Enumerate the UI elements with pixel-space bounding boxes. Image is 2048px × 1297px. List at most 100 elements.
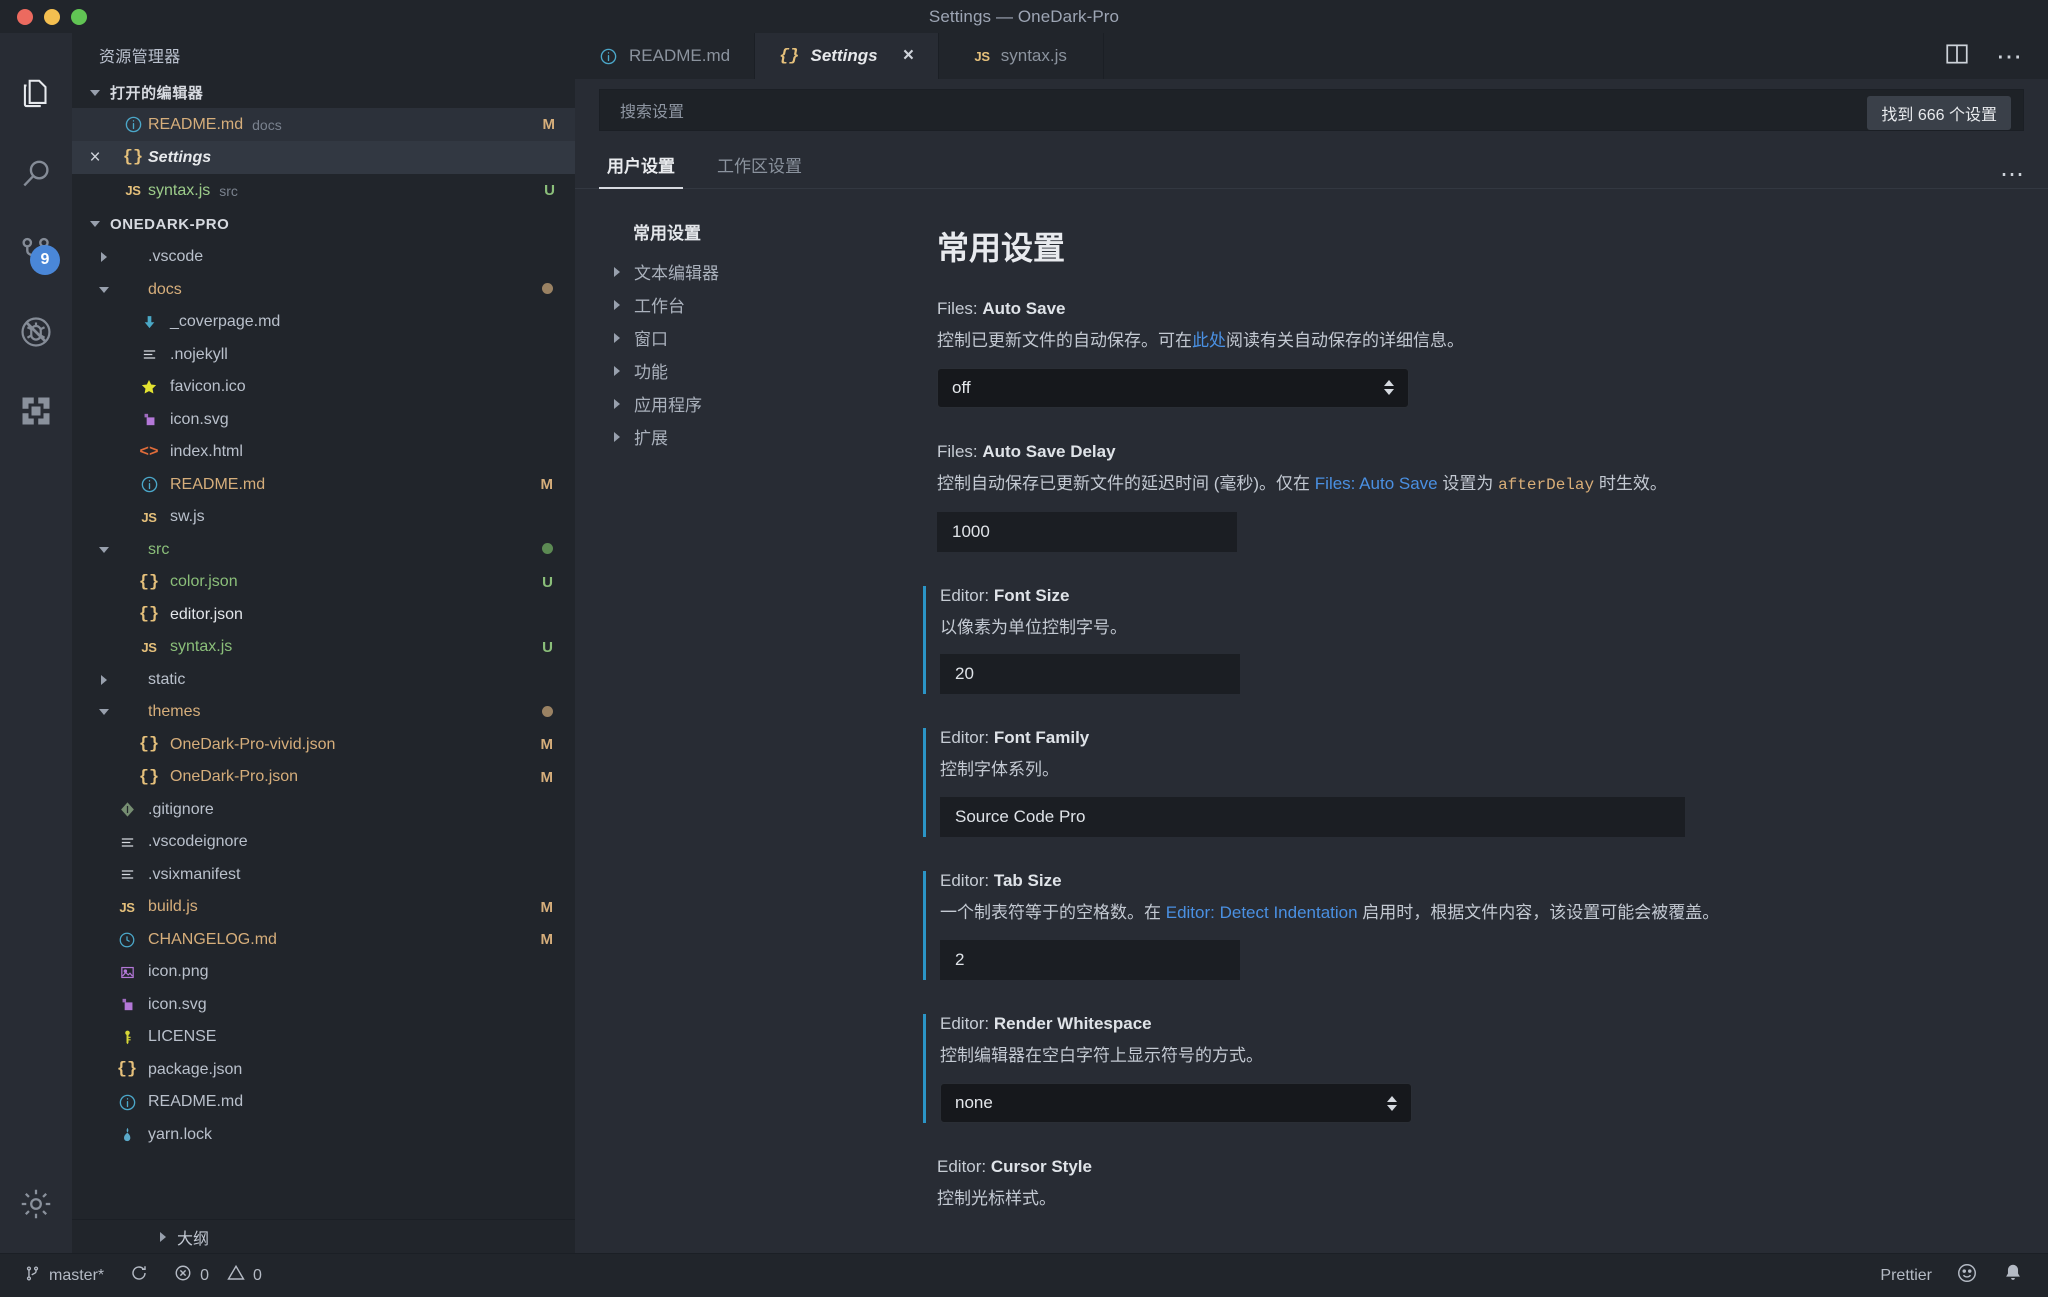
chevron-down-icon[interactable]: [96, 546, 112, 553]
smiley-icon[interactable]: [1956, 1262, 1978, 1289]
file-tree-row[interactable]: {} package.json: [72, 1054, 575, 1087]
toc-item-1[interactable]: 文本编辑器: [599, 255, 875, 288]
close-editor-icon[interactable]: ×: [89, 147, 100, 169]
chevron-right-icon[interactable]: [96, 674, 112, 685]
setting-input[interactable]: Source Code Pro: [940, 797, 1685, 838]
status-prettier[interactable]: Prettier: [1880, 1267, 1932, 1285]
activity-extensions-button[interactable]: [0, 371, 72, 450]
file-tree-row[interactable]: JS syntax.js U: [72, 631, 575, 664]
tab-user-settings[interactable]: 用户设置: [599, 152, 683, 189]
settings-toc: 常用设置 文本编辑器 工作台 窗口 功能 应用程序 扩展: [575, 189, 875, 1253]
file-name: OneDark-Pro.json: [170, 768, 299, 786]
setting-desc-link[interactable]: Files: Auto Save: [1315, 474, 1438, 493]
file-tree-row[interactable]: favicon.ico: [72, 371, 575, 404]
file-name: package.json: [148, 1060, 243, 1078]
settings-search-input[interactable]: 搜索设置 找到 666 个设置: [599, 89, 2024, 131]
open-editor-row[interactable]: JS syntax.js src U: [72, 174, 575, 207]
file-name: CHANGELOG.md: [148, 930, 277, 948]
toc-item-6[interactable]: 扩展: [599, 420, 875, 453]
file-tree-row[interactable]: <> index.html: [72, 436, 575, 469]
file-tree-row[interactable]: {} editor.json: [72, 599, 575, 632]
close-tab-icon[interactable]: ×: [903, 45, 914, 67]
toc-item-3[interactable]: 窗口: [599, 321, 875, 354]
open-editor-row[interactable]: README.md docs M: [72, 108, 575, 141]
activity-source-control-button[interactable]: 9: [0, 213, 72, 292]
file-tree-row[interactable]: .vscodeignore: [72, 826, 575, 859]
chevron-down-icon[interactable]: [96, 286, 112, 293]
file-tree-row[interactable]: icon.svg: [72, 989, 575, 1022]
editor-tab[interactable]: {} Settings ×: [755, 33, 939, 79]
file-tree-row[interactable]: {} color.json U: [72, 566, 575, 599]
js-icon: JS: [119, 899, 135, 915]
status-problems[interactable]: 0 0: [174, 1264, 262, 1287]
setting-desc-link[interactable]: Editor: Detect Indentation: [1166, 903, 1358, 922]
file-tree-row[interactable]: CHANGELOG.md M: [72, 924, 575, 957]
setting-desc-text: 控制自动保存已更新文件的延迟时间 (毫秒)。仅在: [937, 473, 1315, 493]
sync-icon: [130, 1264, 148, 1287]
project-header[interactable]: ONEDARK-PRO: [72, 207, 575, 241]
file-tree-row[interactable]: {} OneDark-Pro-vivid.json M: [72, 729, 575, 762]
status-sync-button[interactable]: [130, 1264, 148, 1287]
file-tree-row[interactable]: JS build.js M: [72, 891, 575, 924]
file-tree-row[interactable]: README.md: [72, 1086, 575, 1119]
file-tree-row[interactable]: .vsixmanifest: [72, 859, 575, 892]
status-branch[interactable]: master*: [24, 1265, 104, 1287]
file-tree-row[interactable]: LICENSE: [72, 1021, 575, 1054]
setting-desc-text: 阅读有关自动保存的详细信息。: [1226, 331, 1464, 350]
setting-desc-text: 启用时，根据文件内容，该设置可能会被覆盖。: [1357, 903, 1720, 923]
file-tree-row[interactable]: static: [72, 664, 575, 697]
open-editor-row[interactable]: × {} Settings: [72, 141, 575, 174]
chevron-down-icon[interactable]: [96, 709, 112, 716]
file-status-badge: M: [540, 476, 554, 494]
setting-input[interactable]: 2: [940, 940, 1240, 981]
file-tree-row[interactable]: JS sw.js: [72, 501, 575, 534]
editor-tab[interactable]: README.md: [575, 33, 756, 79]
file-tree-row[interactable]: yarn.lock: [72, 1119, 575, 1152]
outline-section[interactable]: 大纲: [72, 1219, 575, 1253]
file-tree-row[interactable]: README.md M: [72, 469, 575, 502]
file-name: LICENSE: [148, 1028, 217, 1046]
settings-more-icon[interactable]: ⋯: [2000, 163, 2024, 188]
setting-item: Editor: Cursor Style 控制光标样式。: [923, 1157, 2048, 1211]
activity-explorer-button[interactable]: [0, 55, 72, 134]
chevron-right-icon[interactable]: [96, 252, 112, 263]
file-name: README.md: [170, 475, 266, 493]
file-tree-row[interactable]: {} OneDark-Pro.json M: [72, 761, 575, 794]
file-tree-row[interactable]: docs: [72, 274, 575, 307]
main-body: 9 资源管理器 打开的编辑器 README.md docs M × {} Set…: [0, 33, 2048, 1253]
toc-item-2[interactable]: 工作台: [599, 288, 875, 321]
file-tree-row[interactable]: themes: [72, 696, 575, 729]
file-tree-row[interactable]: icon.svg: [72, 404, 575, 437]
toc-item-4[interactable]: 功能: [599, 354, 875, 387]
open-editors-header[interactable]: 打开的编辑器: [72, 77, 575, 108]
file-tree-row[interactable]: icon.png: [72, 956, 575, 989]
markdown-down-icon: [134, 314, 164, 331]
setting-desc-link[interactable]: 此处: [1192, 331, 1226, 350]
activity-settings-button[interactable]: [0, 1186, 72, 1227]
activity-search-button[interactable]: [0, 134, 72, 213]
files-icon: [17, 76, 55, 114]
split-editor-icon[interactable]: [1944, 41, 1970, 72]
tab-workspace-settings[interactable]: 工作区设置: [709, 152, 810, 188]
file-tree-row[interactable]: .vscode: [72, 241, 575, 274]
editor-tab[interactable]: JS syntax.js: [939, 33, 1104, 79]
file-tree-row[interactable]: .gitignore: [72, 794, 575, 827]
setting-desc-text: 控制已更新文件的自动保存。可在: [937, 331, 1192, 350]
setting-select[interactable]: none: [940, 1083, 1412, 1124]
activity-debug-button[interactable]: [0, 292, 72, 371]
braces-icon: {}: [138, 605, 160, 625]
file-name: favicon.ico: [170, 378, 246, 396]
file-tree-row[interactable]: _coverpage.md: [72, 306, 575, 339]
bell-icon[interactable]: [2002, 1262, 2024, 1289]
toc-item-5[interactable]: 应用程序: [599, 387, 875, 420]
setting-input[interactable]: 20: [940, 654, 1240, 695]
tab-bar: README.md {} Settings × JS syntax.js ⋯: [575, 33, 2048, 79]
setting-description: 一个制表符等于的空格数。在 Editor: Detect Indentation…: [940, 902, 2048, 925]
setting-select[interactable]: off: [937, 367, 1409, 408]
file-tree-row[interactable]: src: [72, 534, 575, 567]
js-icon: JS: [141, 509, 157, 525]
open-editor-name: README.md: [148, 115, 244, 133]
more-actions-icon[interactable]: ⋯: [1996, 43, 2022, 69]
file-tree-row[interactable]: .nojekyll: [72, 339, 575, 372]
setting-input[interactable]: 1000: [937, 511, 1237, 552]
